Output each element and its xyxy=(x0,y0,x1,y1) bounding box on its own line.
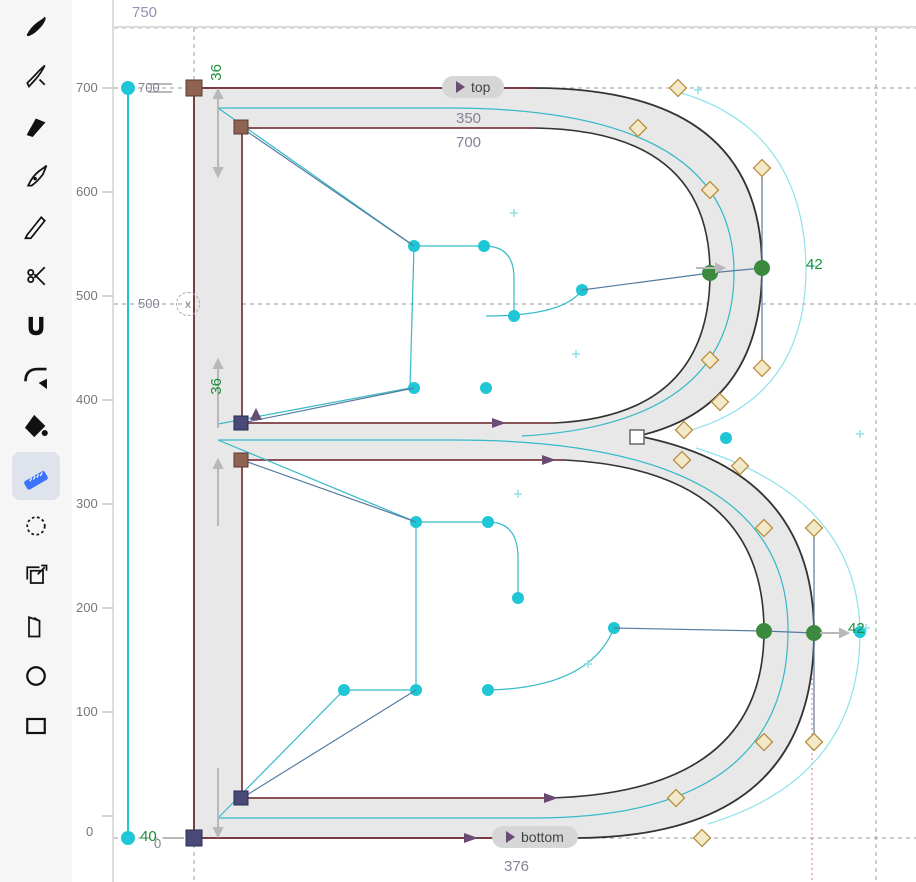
open-node[interactable] xyxy=(630,430,644,444)
paint-bucket-tool[interactable] xyxy=(12,402,60,450)
objects-tool[interactable] xyxy=(12,552,60,600)
scissors-tool[interactable] xyxy=(12,252,60,300)
zone-badge-top[interactable]: top xyxy=(442,76,504,98)
stem-42a: 42 xyxy=(806,256,823,273)
vertical-ruler: 700 600 500 400 300 200 100 0 xyxy=(72,0,114,882)
toolbar xyxy=(0,0,72,882)
top-value-2: 700 xyxy=(456,134,481,151)
stem-36a: 36 xyxy=(208,64,225,81)
glyph-canvas[interactable]: 700 500 0 x top 350 700 bottom 376 40 36… xyxy=(114,28,916,882)
ruler-tick: 100 xyxy=(76,704,98,719)
pencil-tool[interactable] xyxy=(12,202,60,250)
metric-lines xyxy=(122,82,134,844)
ruler-tick: 200 xyxy=(76,600,98,615)
magnet-tool[interactable] xyxy=(12,302,60,350)
nib-tool[interactable] xyxy=(12,152,60,200)
measure-tool[interactable] xyxy=(12,452,60,500)
horizontal-ruler: 750 xyxy=(114,0,916,28)
ruler-tick: 700 xyxy=(76,80,98,95)
circle-tool[interactable] xyxy=(12,652,60,700)
ruler-tick: 300 xyxy=(76,496,98,511)
ruler-h-label: 750 xyxy=(132,4,157,21)
ruler-tick: 500 xyxy=(76,288,98,303)
cut-tool[interactable] xyxy=(12,52,60,100)
direction-markers xyxy=(250,83,558,843)
overshoot-40: 40 xyxy=(140,828,157,845)
bottom-value: 376 xyxy=(504,858,529,875)
glyph-fill xyxy=(194,88,814,838)
zone-badge-bottom[interactable]: bottom xyxy=(492,826,578,848)
ruler-tick: 600 xyxy=(76,184,98,199)
select-ring-tool[interactable] xyxy=(12,502,60,550)
stem-42b: 42 xyxy=(848,620,865,637)
top-value-1: 350 xyxy=(456,110,481,127)
knife-tool[interactable] xyxy=(12,602,60,650)
ruler-tick: 0 xyxy=(86,824,93,839)
stem-36b: 36 xyxy=(208,378,225,395)
guide-label-700: 700 xyxy=(138,80,160,95)
ruler-tick: 400 xyxy=(76,392,98,407)
x-height-marker[interactable]: x xyxy=(176,292,200,316)
corner-tool[interactable] xyxy=(12,352,60,400)
brush-tool[interactable] xyxy=(12,2,60,50)
guide-label-500: 500 xyxy=(138,296,160,311)
rect-tool[interactable] xyxy=(12,702,60,750)
pen-tool[interactable] xyxy=(12,102,60,150)
